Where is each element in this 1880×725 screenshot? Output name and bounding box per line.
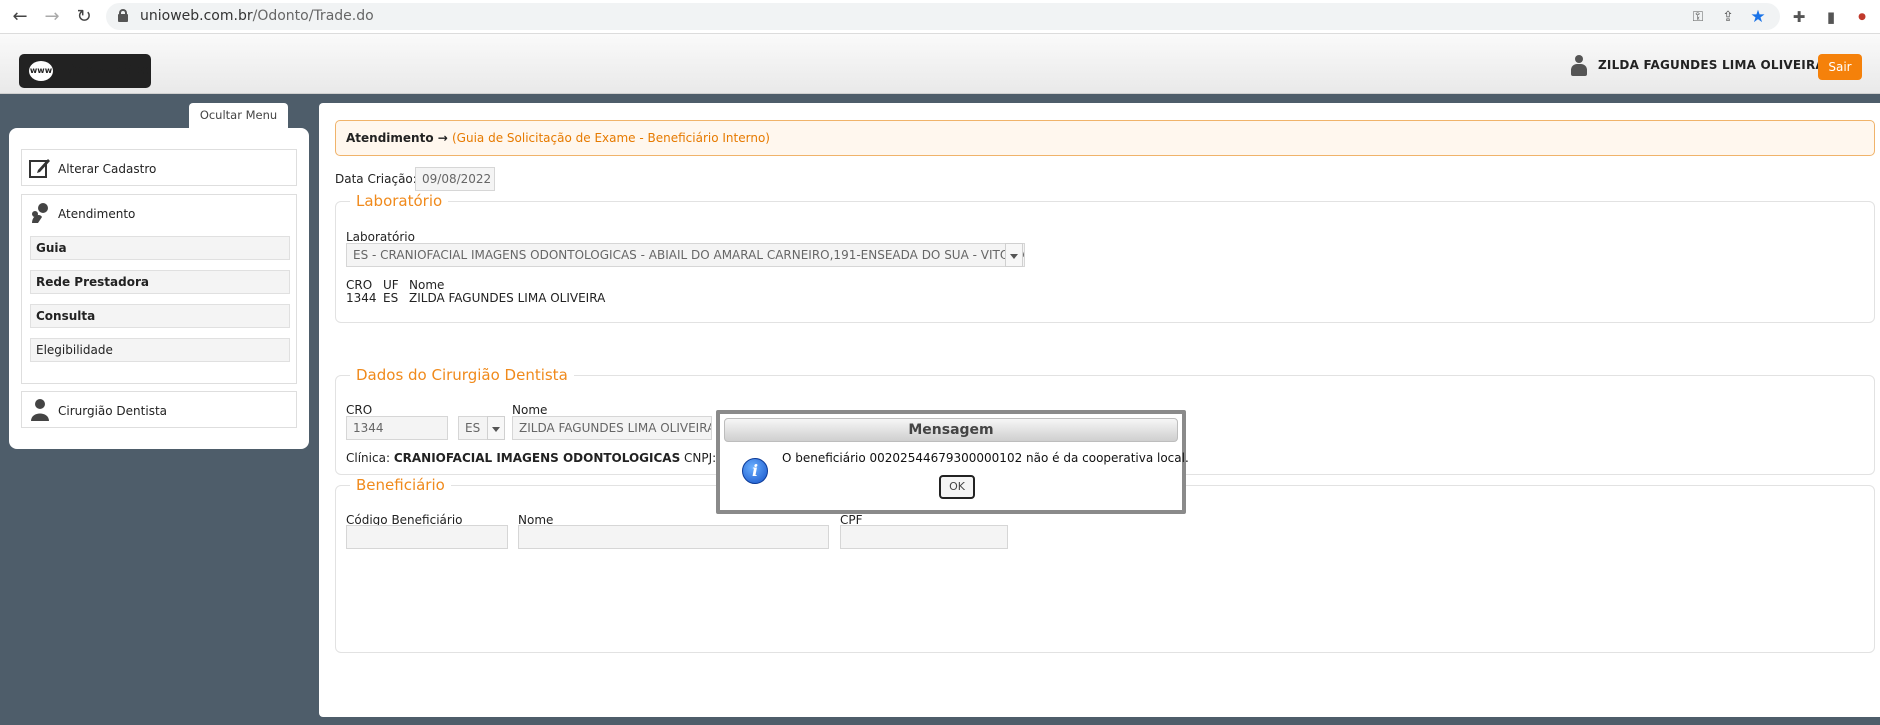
profile-icon[interactable]: ● xyxy=(1850,5,1874,29)
codigo-beneficiario-field[interactable] xyxy=(346,525,508,549)
cro-label: CRO xyxy=(346,403,373,417)
cnpj-label: CNPJ: xyxy=(684,451,717,465)
laboratorio-legend: Laboratório xyxy=(350,192,449,210)
message-dialog: Mensagem i O beneficiário 00202544679300… xyxy=(716,410,1189,514)
dialog-message: O beneficiário 00202544679300000102 não … xyxy=(782,451,1189,465)
chevron-down-icon[interactable] xyxy=(1005,243,1023,267)
ok-button[interactable]: OK xyxy=(939,475,975,499)
sidebar: Alterar Cadastro Atendimento Guia Rede P… xyxy=(9,128,309,449)
hide-menu-toggle[interactable]: Ocultar Menu xyxy=(189,103,288,129)
key-icon[interactable]: ⚿ xyxy=(1688,7,1708,27)
laboratorio-select[interactable]: ES - CRANIOFACIAL IMAGENS ODONTOLOGICAS … xyxy=(346,243,1025,267)
data-criacao-field: 09/08/2022 xyxy=(415,167,495,191)
bookmark-star-icon[interactable]: ★ xyxy=(1748,7,1768,27)
globe-icon: www xyxy=(29,61,53,81)
share-icon[interactable]: ⇪ xyxy=(1718,7,1738,27)
sidebar-item-alterar-cadastro[interactable]: Alterar Cadastro xyxy=(21,149,297,186)
user-icon xyxy=(1570,55,1588,77)
info-icon: i xyxy=(742,458,768,484)
cro-field: 1344 xyxy=(346,416,448,440)
app-header: www Acessar Site ZILDA FAGUNDES LIMA OLI… xyxy=(0,34,1880,94)
beneficiario-nome-field[interactable] xyxy=(518,525,829,549)
sidebar-item-atendimento[interactable]: Atendimento xyxy=(22,195,296,232)
sidebar-subitem-consulta[interactable]: Consulta xyxy=(30,304,290,328)
dentist-icon xyxy=(31,399,49,421)
breadcrumb: Atendimento → (Guia de Solicitação de Ex… xyxy=(335,120,1875,156)
dialog-title: Mensagem xyxy=(724,418,1178,442)
sidebar-item-label: Cirurgião Dentista xyxy=(58,404,168,418)
breadcrumb-section: Atendimento xyxy=(346,131,434,145)
sidebar-item-cirurgiao-dentista[interactable]: Cirurgião Dentista xyxy=(21,391,297,428)
extensions-icon[interactable]: ✚ xyxy=(1787,5,1811,29)
clinica-label: Clínica: xyxy=(346,451,390,465)
sidebar-subitem-rede-prestadora[interactable]: Rede Prestadora xyxy=(30,270,290,294)
beneficiario-legend: Beneficiário xyxy=(350,476,451,494)
back-arrow-icon[interactable]: ← xyxy=(8,5,32,29)
lab-cro-label: CRO xyxy=(346,278,373,292)
clinica-value: CRANIOFACIAL IMAGENS ODONTOLOGICAS xyxy=(393,451,681,465)
data-criacao-label: Data Criação: xyxy=(335,172,417,186)
url-text: unioweb.com.br/Odonto/Trade.do xyxy=(140,8,374,24)
reload-icon[interactable]: ↻ xyxy=(72,5,96,29)
breadcrumb-arrow: → xyxy=(433,131,452,145)
lab-uf-value: ES xyxy=(383,291,399,305)
sidebar-subitem-elegibilidade[interactable]: Elegibilidade xyxy=(30,338,290,362)
acessar-site-button[interactable]: www Acessar Site xyxy=(19,54,151,88)
sidebar-item-label: Alterar Cadastro xyxy=(58,162,157,176)
nome-label: Nome xyxy=(512,403,548,417)
forward-arrow-icon[interactable]: → xyxy=(40,5,64,29)
attendant-icon xyxy=(32,203,48,223)
lab-nome-label: Nome xyxy=(409,278,445,292)
address-bar[interactable]: unioweb.com.br/Odonto/Trade.do ⚿ ⇪ ★ xyxy=(106,3,1780,30)
nome-field: ZILDA FAGUNDES LIMA OLIVEIRA xyxy=(512,416,712,440)
acessar-site-label: Acessar Site xyxy=(69,63,149,78)
chevron-down-icon[interactable] xyxy=(487,416,505,440)
laboratorio-label: Laboratório xyxy=(346,230,415,244)
sidebar-item-label: Atendimento xyxy=(58,207,136,221)
clinica-line: Clínica: CRANIOFACIAL IMAGENS ODONTOLOGI… xyxy=(346,451,737,465)
cpf-field[interactable] xyxy=(840,525,1008,549)
breadcrumb-page: (Guia de Solicitação de Exame - Benefici… xyxy=(452,131,770,145)
sidebar-group-atendimento: Atendimento Guia Rede Prestadora Consult… xyxy=(21,194,297,384)
uf-select[interactable]: ES xyxy=(458,416,490,440)
edit-icon xyxy=(29,159,50,178)
lock-icon xyxy=(118,9,128,22)
browser-toolbar: ← → ↻ unioweb.com.br/Odonto/Trade.do ⚿ ⇪… xyxy=(0,0,1880,34)
logout-button[interactable]: Sair xyxy=(1818,54,1862,80)
side-panel-icon[interactable]: ▮ xyxy=(1819,5,1843,29)
dentista-legend: Dados do Cirurgião Dentista xyxy=(350,366,574,384)
lab-nome-value: ZILDA FAGUNDES LIMA OLIVEIRA xyxy=(409,291,606,305)
user-name: ZILDA FAGUNDES LIMA OLIVEIRA xyxy=(1598,58,1825,72)
sidebar-subitem-guia[interactable]: Guia xyxy=(30,236,290,260)
lab-uf-label: UF xyxy=(383,278,399,292)
lab-cro-value: 1344 xyxy=(346,291,377,305)
